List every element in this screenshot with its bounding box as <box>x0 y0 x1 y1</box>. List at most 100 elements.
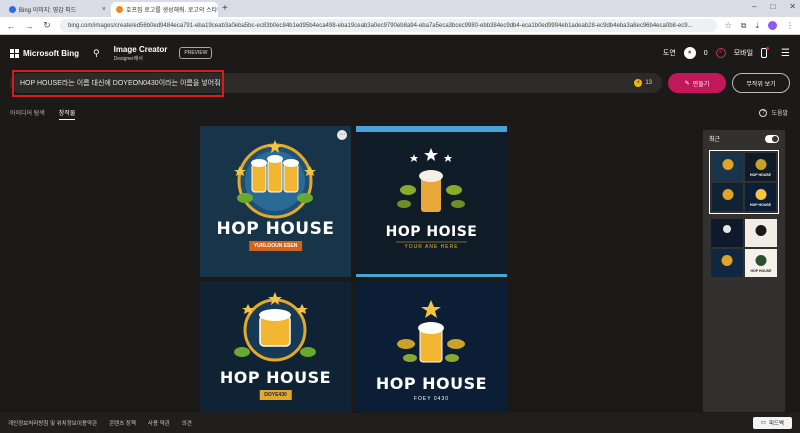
browser-tab-strip: Bing 이미지: 영감 피드 × 호프집 로고를 생성해줘. 로고의 스타일은… <box>0 0 800 17</box>
annotation-highlight-box <box>12 70 224 97</box>
recent-panel: 최근 HOP HOUSE HOP HOUSE HOP HOUSE <box>703 130 785 412</box>
help-link[interactable]: ? 도움말 <box>759 108 788 117</box>
feedback-label: 피드백 <box>768 421 784 427</box>
brush-icon: ✎ <box>684 80 690 87</box>
logo-subtitle: FOEY 0430 <box>413 396 450 402</box>
recent-thumb[interactable] <box>711 249 743 277</box>
recent-thumb[interactable] <box>745 219 777 247</box>
footer-link-content-policy[interactable]: 콘텐츠 정책 <box>109 419 136 427</box>
download-icon[interactable]: ⤓ <box>755 21 759 31</box>
logo-title: HOP HOUSE <box>219 368 332 387</box>
user-avatar-icon[interactable]: ● <box>683 47 696 59</box>
close-window-icon[interactable]: ✕ <box>789 2 796 11</box>
feedback-icon: ▭ <box>760 420 766 426</box>
result-image-4[interactable]: HOP HOUSE FOEY 0430 <box>356 282 507 412</box>
prompt-input[interactable]: HOP HOUSE라는 이름 대신에 DOYEON0430이라는 이름을 넣어줘… <box>10 70 662 97</box>
prompt-row: HOP HOUSE라는 이름 대신에 DOYEON0430이라는 이름을 넣어줘… <box>10 70 790 97</box>
sub-tabs: 아이디어 탐색 창작물 <box>10 108 76 120</box>
logo-subtitle: YOUR ANE HERE <box>404 244 459 250</box>
boost-count: 13 <box>645 80 652 86</box>
browser-tab-current[interactable]: 호프집 로고를 생성해줘. 로고의 스타일은 × <box>111 2 218 17</box>
mobile-label[interactable]: 모바일 <box>734 48 753 58</box>
bing-favicon-icon <box>116 6 123 13</box>
hop-house-logo-2-art <box>396 148 467 243</box>
bing-header: Microsoft Bing ⚲ Image Creator Designer제… <box>0 36 800 70</box>
logo-title: HOP HOUSE <box>216 219 335 239</box>
tab-creations[interactable]: 창작물 <box>58 108 76 120</box>
help-label: 도움말 <box>771 111 788 117</box>
result-image-3[interactable]: HOP HOUSE DOYE430 <box>200 282 351 412</box>
boost-bolt-icon: ⚡ <box>634 79 643 87</box>
logo-thumb-mark <box>755 159 766 170</box>
logo-thumb-mark <box>755 189 766 200</box>
recent-label: 최근 <box>709 137 721 143</box>
create-label: 만들기 <box>692 81 710 88</box>
footer-link-privacy[interactable]: 개인정보처리방침 및 위치정보이용약관 <box>8 419 97 427</box>
thumb-label: HOP HOUSE <box>750 269 772 273</box>
logo-thumb-mark <box>723 225 731 233</box>
feedback-button[interactable]: ▭ 피드백 <box>752 417 792 429</box>
browser-actions: ☆ ⧉ ⤓ ⋮ <box>725 21 794 31</box>
microsoft-logo-icon[interactable] <box>10 48 19 58</box>
surprise-me-button[interactable]: 무작위 보기 <box>732 73 790 93</box>
result-image-1[interactable]: HOP HOUSE YURLOOUN ESEN ⋯ <box>200 126 351 277</box>
logo-thumb-mark <box>755 225 767 236</box>
recent-thumb[interactable] <box>711 219 743 247</box>
recent-toggle[interactable] <box>765 134 779 143</box>
minimize-icon[interactable]: – <box>752 2 756 11</box>
close-tab-icon[interactable]: × <box>102 6 106 13</box>
reload-icon[interactable]: ↻ <box>42 20 52 31</box>
forward-icon[interactable]: → <box>24 21 34 31</box>
image-options-icon[interactable]: ⋯ <box>337 130 347 140</box>
mobile-phone-icon[interactable] <box>761 47 770 58</box>
recent-header: 최근 <box>703 130 785 147</box>
recent-group-current[interactable]: HOP HOUSE HOP HOUSE <box>709 150 779 214</box>
browser-tab-inspiration[interactable]: Bing 이미지: 영감 피드 × <box>4 2 111 17</box>
maximize-icon[interactable]: □ <box>770 2 775 11</box>
logo-thumb-mark <box>722 159 733 170</box>
tab-explore-ideas[interactable]: 아이디어 탐색 <box>10 108 45 120</box>
bookmark-star-icon[interactable]: ☆ <box>725 21 732 30</box>
search-icon[interactable]: ⚲ <box>93 48 100 59</box>
footer-link-terms[interactable]: 사용 약관 <box>148 419 170 427</box>
result-image-2[interactable]: HOP HOISE YOUR ANE HERE <box>356 126 507 277</box>
header-right: 도연 ● 0 ♕ 모바일 ☰ <box>663 47 790 59</box>
recent-thumb[interactable] <box>712 183 743 211</box>
browser-menu-icon[interactable]: ⋮ <box>786 21 794 30</box>
back-icon[interactable]: ← <box>6 21 16 31</box>
tab-title: 호프집 로고를 생성해줘. 로고의 스타일은 <box>126 8 218 14</box>
recent-thumb[interactable]: HOP HOUSE <box>745 183 776 211</box>
bing-favicon-icon <box>9 6 16 13</box>
logo-banner: YURLOOUN ESEN <box>248 241 303 251</box>
product-name: Image Creator <box>113 44 168 54</box>
recent-group-previous[interactable]: HOP HOUSE <box>709 217 779 279</box>
thumb-label: HOP HOUSE <box>750 203 771 207</box>
bing-brand[interactable]: Microsoft Bing <box>23 49 79 58</box>
logo-title: HOP HOISE <box>385 224 478 240</box>
window-controls: – □ ✕ <box>752 2 796 11</box>
logo-banner: DOYE430 <box>259 390 292 400</box>
boost-counter: ⚡ 13 <box>634 79 652 87</box>
url-text: bing.com/images/create/ed56b0ed9484eca79… <box>68 22 693 29</box>
thumb-label: HOP HOUSE <box>750 173 771 177</box>
create-button[interactable]: ✎ 만들기 <box>668 73 726 93</box>
address-bar[interactable]: bing.com/images/create/ed56b0ed9484eca79… <box>60 19 717 32</box>
new-tab-button[interactable]: + <box>222 2 228 17</box>
recent-thumb[interactable] <box>712 153 743 181</box>
user-name[interactable]: 도연 <box>663 48 676 58</box>
preview-badge: PREVIEW <box>179 47 213 59</box>
recent-thumb[interactable]: HOP HOUSE <box>745 153 776 181</box>
hamburger-menu-icon[interactable]: ☰ <box>781 48 790 59</box>
extensions-icon[interactable]: ⧉ <box>741 21 747 31</box>
rewards-icon[interactable]: ♕ <box>715 48 726 58</box>
reward-count[interactable]: 0 <box>704 50 708 57</box>
recent-thumb[interactable]: HOP HOUSE <box>745 249 777 277</box>
logo-title: HOP HOUSE <box>375 374 488 393</box>
logo-thumb-mark <box>721 255 733 266</box>
tab-title: Bing 이미지: 영감 피드 <box>19 8 77 14</box>
image-creator-title[interactable]: Image Creator Designer제서 <box>114 45 168 62</box>
profile-avatar-icon[interactable] <box>768 21 777 30</box>
footer-link-feedback[interactable]: 의견 <box>182 419 192 427</box>
logo-thumb-mark <box>755 255 767 266</box>
page-footer: 개인정보처리방침 및 위치정보이용약관 콘텐츠 정책 사용 약관 의견 ▭ 피드… <box>0 413 800 433</box>
